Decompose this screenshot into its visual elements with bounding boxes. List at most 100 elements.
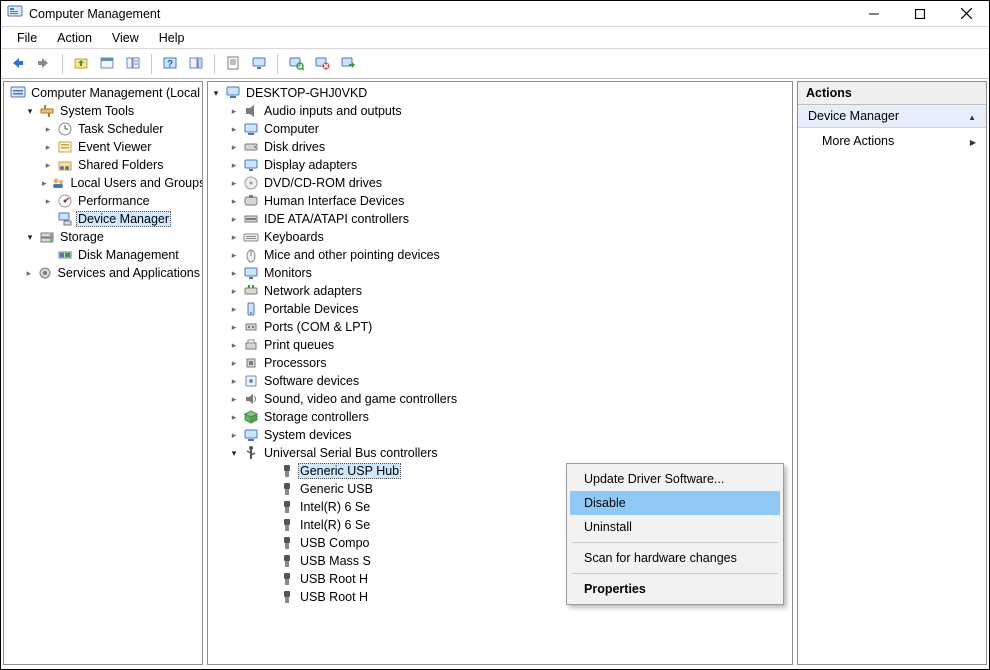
device-category[interactable]: Ports (COM & LPT) xyxy=(226,318,792,336)
expand-icon[interactable] xyxy=(228,124,240,135)
expand-icon[interactable] xyxy=(228,196,240,207)
ctx-divider xyxy=(572,542,778,543)
maximize-button[interactable] xyxy=(897,1,943,26)
nav-root[interactable]: Computer Management (Local xyxy=(4,84,202,102)
expand-icon[interactable] xyxy=(228,178,240,189)
collapse-icon xyxy=(968,109,976,123)
close-button[interactable] xyxy=(943,1,989,26)
menu-action[interactable]: Action xyxy=(47,29,102,47)
device-category-label: Portable Devices xyxy=(262,302,361,316)
device-category[interactable]: Monitors xyxy=(226,264,792,282)
toolbar-back-button[interactable] xyxy=(7,53,29,75)
device-category[interactable]: Portable Devices xyxy=(226,300,792,318)
toolbar-up-button[interactable] xyxy=(70,53,92,75)
nav-shared-folders[interactable]: Shared Folders xyxy=(40,156,202,174)
device-category[interactable]: IDE ATA/ATAPI controllers xyxy=(226,210,792,228)
device-category[interactable]: Disk drives xyxy=(226,138,792,156)
expand-icon[interactable] xyxy=(24,106,36,117)
expand-icon[interactable] xyxy=(228,412,240,423)
toolbar-update-button[interactable] xyxy=(337,53,359,75)
nav-disk-management[interactable]: Disk Management xyxy=(40,246,202,264)
ctx-scan[interactable]: Scan for hardware changes xyxy=(570,546,780,570)
expand-icon[interactable] xyxy=(228,250,240,261)
ctx-uninstall[interactable]: Uninstall xyxy=(570,515,780,539)
toolbar-separator xyxy=(62,54,63,74)
toolbar-disable-button[interactable] xyxy=(311,53,333,75)
actions-group[interactable]: Device Manager xyxy=(798,105,986,128)
monitor-icon xyxy=(243,265,259,281)
expand-icon[interactable] xyxy=(228,394,240,405)
expand-icon[interactable] xyxy=(228,214,240,225)
expand-icon[interactable] xyxy=(42,124,54,135)
device-category-usb[interactable]: Universal Serial Bus controllers xyxy=(226,444,792,462)
device-category[interactable]: Mice and other pointing devices xyxy=(226,246,792,264)
expand-icon[interactable] xyxy=(228,322,240,333)
expand-icon[interactable] xyxy=(228,340,240,351)
expand-icon[interactable] xyxy=(228,448,240,459)
nav-event-viewer[interactable]: Event Viewer xyxy=(40,138,202,156)
storage-icon xyxy=(243,409,259,425)
actions-more-label: More Actions xyxy=(822,134,894,148)
expand-icon[interactable] xyxy=(228,430,240,441)
toolbar-sheet-button[interactable] xyxy=(222,53,244,75)
main-area: Computer Management (Local System Tools … xyxy=(1,79,989,667)
disk-management-icon xyxy=(57,247,73,263)
expand-icon[interactable] xyxy=(210,88,222,99)
device-category[interactable]: Human Interface Devices xyxy=(226,192,792,210)
context-menu: Update Driver Software... Disable Uninst… xyxy=(566,463,784,605)
toolbar-scan-button[interactable] xyxy=(285,53,307,75)
actions-more[interactable]: More Actions xyxy=(798,128,986,154)
nav-system-tools[interactable]: System Tools xyxy=(22,102,202,120)
device-category[interactable]: Sound, video and game controllers xyxy=(226,390,792,408)
expand-icon[interactable] xyxy=(228,286,240,297)
ctx-properties[interactable]: Properties xyxy=(570,577,780,601)
device-category[interactable]: Storage controllers xyxy=(226,408,792,426)
device-category[interactable]: Print queues xyxy=(226,336,792,354)
device-category[interactable]: Audio inputs and outputs xyxy=(226,102,792,120)
device-category[interactable]: Display adapters xyxy=(226,156,792,174)
minimize-button[interactable] xyxy=(851,1,897,26)
expand-icon[interactable] xyxy=(228,106,240,117)
nav-services[interactable]: Services and Applications xyxy=(22,264,202,282)
device-category[interactable]: DVD/CD-ROM drives xyxy=(226,174,792,192)
nav-local-users[interactable]: Local Users and Groups xyxy=(40,174,202,192)
expand-icon[interactable] xyxy=(228,268,240,279)
toolbar-help-button[interactable]: ? xyxy=(159,53,181,75)
expand-icon[interactable] xyxy=(228,376,240,387)
ctx-disable[interactable]: Disable xyxy=(570,491,780,515)
expand-icon[interactable] xyxy=(24,232,36,243)
console-tree-pane: Computer Management (Local System Tools … xyxy=(3,81,203,665)
toolbar-forward-button[interactable] xyxy=(33,53,55,75)
menu-help[interactable]: Help xyxy=(149,29,195,47)
toolbar-actionpane-button[interactable] xyxy=(185,53,207,75)
device-category[interactable]: Keyboards xyxy=(226,228,792,246)
menu-file[interactable]: File xyxy=(7,29,47,47)
expand-icon[interactable] xyxy=(42,160,54,171)
device-category[interactable]: Network adapters xyxy=(226,282,792,300)
ctx-update-driver[interactable]: Update Driver Software... xyxy=(570,467,780,491)
expand-icon[interactable] xyxy=(24,268,34,279)
expand-icon[interactable] xyxy=(228,232,240,243)
menu-view[interactable]: View xyxy=(102,29,149,47)
expand-icon[interactable] xyxy=(42,196,54,207)
nav-device-manager[interactable]: Device Manager xyxy=(40,210,202,228)
device-category[interactable]: Processors xyxy=(226,354,792,372)
toolbar-monitor-button[interactable] xyxy=(248,53,270,75)
nav-performance[interactable]: Performance xyxy=(40,192,202,210)
usb-plug-icon xyxy=(279,499,295,515)
device-category[interactable]: Computer xyxy=(226,120,792,138)
expand-icon[interactable] xyxy=(42,142,54,153)
toolbar-treelist-button[interactable] xyxy=(122,53,144,75)
expand-icon[interactable] xyxy=(42,178,47,189)
nav-storage[interactable]: Storage xyxy=(22,228,202,246)
expand-icon[interactable] xyxy=(228,358,240,369)
device-category[interactable]: System devices xyxy=(226,426,792,444)
device-category[interactable]: Software devices xyxy=(226,372,792,390)
nav-task-scheduler[interactable]: Task Scheduler xyxy=(40,120,202,138)
portable-icon xyxy=(243,301,259,317)
expand-icon[interactable] xyxy=(228,160,240,171)
expand-icon[interactable] xyxy=(228,142,240,153)
device-root[interactable]: DESKTOP-GHJ0VKD xyxy=(208,84,792,102)
toolbar-properties-button[interactable] xyxy=(96,53,118,75)
expand-icon[interactable] xyxy=(228,304,240,315)
